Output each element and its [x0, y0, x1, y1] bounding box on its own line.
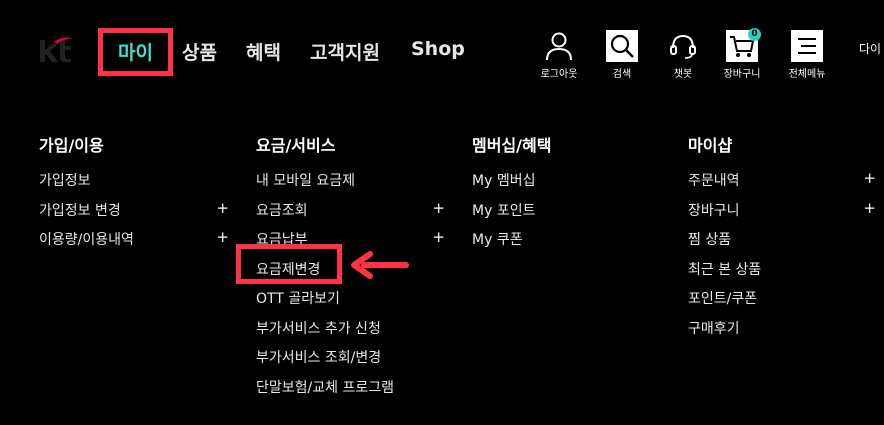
- expand-icon[interactable]: +: [863, 169, 876, 187]
- column-title: 가입/이용: [39, 136, 104, 155]
- left-arrow-icon: [351, 251, 409, 279]
- column-title: 마이샵: [688, 136, 733, 155]
- menu-item[interactable]: 이용량/이용내역 +: [39, 228, 229, 259]
- all-menu-button[interactable]: 전체메뉴: [779, 30, 835, 80]
- expand-icon[interactable]: +: [216, 228, 229, 246]
- cart-button[interactable]: 0 장바구니: [714, 28, 770, 80]
- column-title: 멤버십/혜택: [472, 136, 552, 155]
- menu-item[interactable]: 주문내역 +: [688, 169, 876, 200]
- kt-logo[interactable]: [38, 36, 74, 66]
- nav-support[interactable]: 고객지원: [310, 38, 380, 65]
- search-button[interactable]: 검색: [594, 30, 650, 80]
- logout-label: 로그아웃: [540, 69, 578, 80]
- chatbot-label: 챗봇: [673, 69, 693, 80]
- expand-icon[interactable]: +: [432, 199, 445, 217]
- menu-column-subscription: 가입/이용 가입정보 가입정보 변경 + 이용량/이용내역 +: [39, 132, 229, 259]
- all-menu-label: 전체메뉴: [788, 69, 826, 80]
- menu-item[interactable]: 구매후기: [688, 318, 876, 348]
- menu-item[interactable]: 포인트/쿠폰: [688, 288, 876, 318]
- menu-item[interactable]: OTT 골라보기: [256, 288, 445, 318]
- chatbot-headset-icon: [670, 34, 696, 59]
- partial-nav-text[interactable]: 다이: [859, 40, 881, 57]
- expand-icon[interactable]: +: [863, 199, 876, 217]
- menu-item[interactable]: My 멤버십: [472, 170, 662, 200]
- logout-button[interactable]: 로그아웃: [531, 30, 587, 80]
- nav-highlight-box: [98, 28, 173, 76]
- nav-shop[interactable]: Shop: [411, 38, 465, 60]
- cart-count-badge: 0: [748, 28, 761, 41]
- nav-benefits[interactable]: 혜택: [246, 38, 281, 65]
- user-icon: [546, 32, 572, 61]
- menu-item[interactable]: 내 모바일 요금제: [256, 170, 445, 200]
- search-icon: [606, 30, 638, 62]
- expand-icon[interactable]: +: [216, 199, 229, 217]
- search-label: 검색: [612, 69, 632, 80]
- menu-column-myshop: 마이샵 주문내역 + 장바구니 + 찜 상품 최근 본 상품 포인트/쿠폰 구매후기: [688, 132, 876, 347]
- cart-label: 장바구니: [723, 69, 761, 80]
- menu-item[interactable]: My 쿠폰: [472, 229, 662, 259]
- expand-icon[interactable]: +: [432, 228, 445, 246]
- chatbot-button[interactable]: 챗봇: [655, 30, 711, 80]
- menu-column-membership: 멤버십/혜택 My 멤버십 My 포인트 My 쿠폰: [472, 132, 662, 259]
- menu-icon: [791, 30, 823, 62]
- menu-item[interactable]: 최근 본 상품: [688, 259, 876, 289]
- column-title: 요금/서비스: [256, 136, 336, 155]
- menu-item[interactable]: 부가서비스 조회/변경: [256, 347, 445, 377]
- menu-item[interactable]: 부가서비스 추가 신청: [256, 318, 445, 348]
- menu-item[interactable]: 찜 상품: [688, 229, 876, 259]
- menu-item[interactable]: My 포인트: [472, 200, 662, 230]
- menu-item[interactable]: 가입정보 변경 +: [39, 199, 229, 230]
- menu-item[interactable]: 가입정보: [39, 170, 229, 200]
- menu-item[interactable]: 단말보험/교체 프로그램: [256, 377, 445, 407]
- menu-item[interactable]: 장바구니 +: [688, 199, 876, 230]
- nav-products[interactable]: 상품: [182, 38, 217, 65]
- site-header: 마이 상품 혜택 고객지원 Shop 로그아웃 검색 챗봇 0 장바구니 전체메…: [0, 0, 884, 100]
- plan-change-highlight-box: [236, 244, 342, 284]
- menu-item[interactable]: 요금조회 +: [256, 199, 445, 230]
